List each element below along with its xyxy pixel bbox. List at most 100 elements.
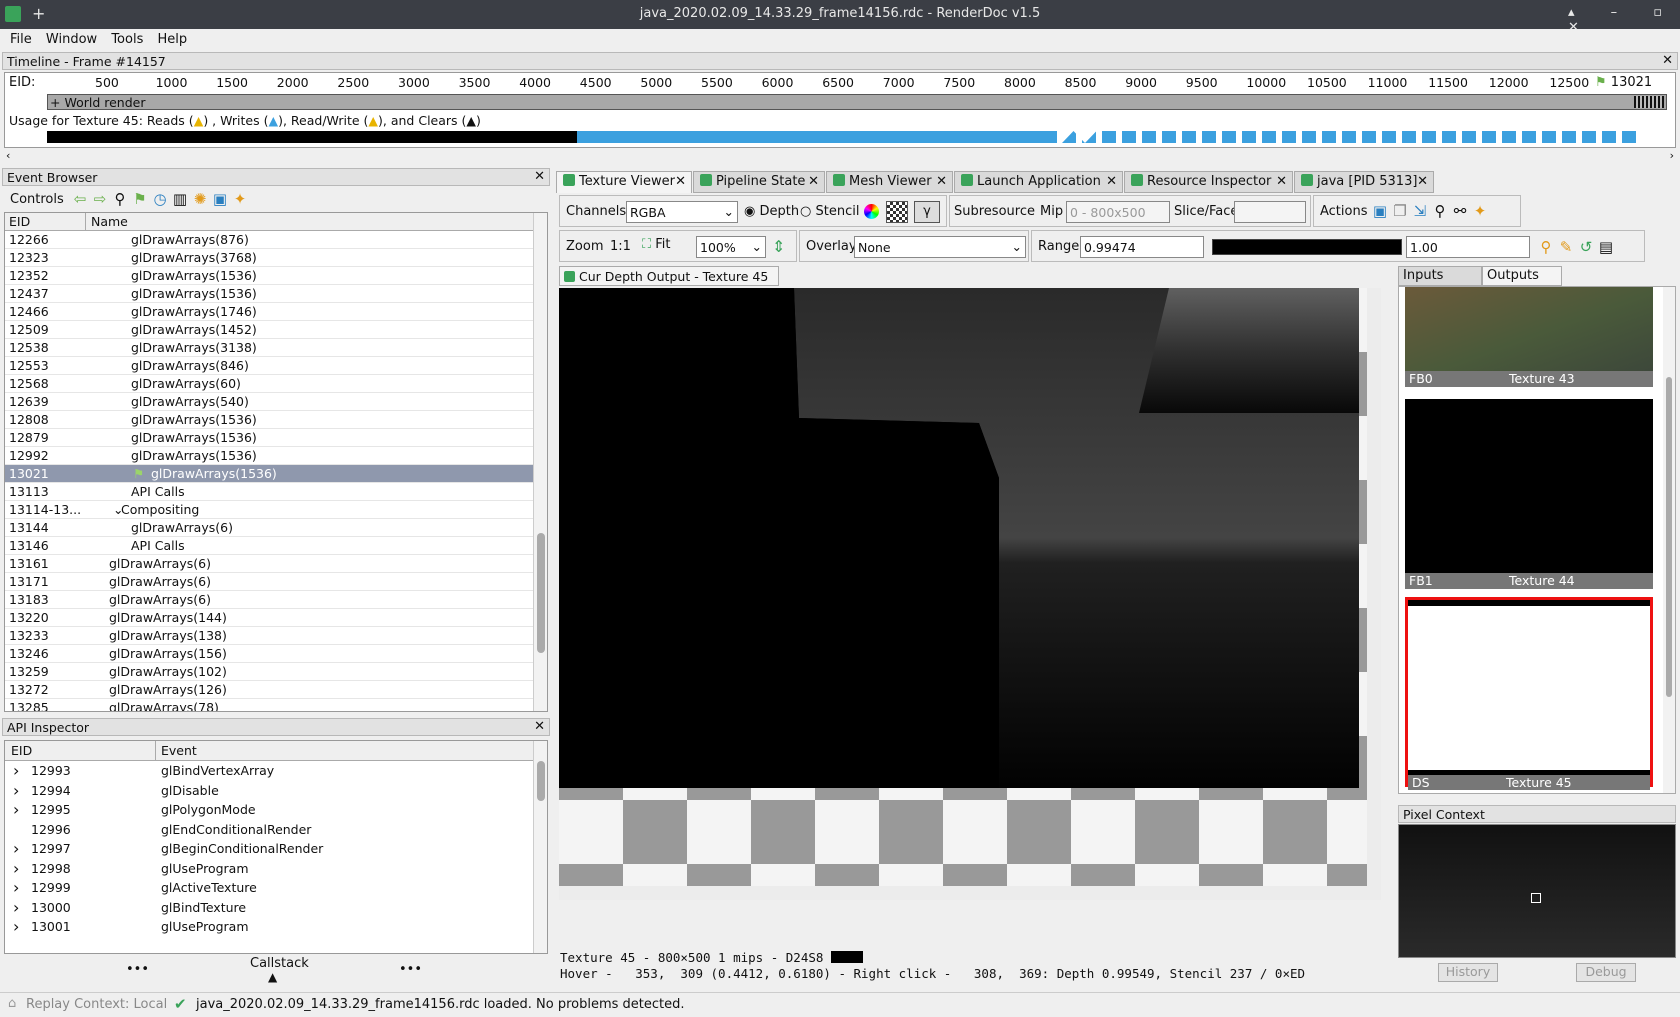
plugin-icon[interactable]: ✦	[230, 189, 250, 209]
tab-resource-inspector[interactable]: Resource Inspector ✕	[1124, 171, 1293, 193]
depth-radio[interactable]: ◉ Depth	[744, 204, 799, 219]
history-button[interactable]: History	[1438, 963, 1498, 982]
api-row[interactable]: › 12997 glBeginConditionalRender	[5, 839, 547, 859]
slice-face-select[interactable]	[1234, 201, 1306, 223]
expand-left-button[interactable]: •••	[126, 962, 149, 977]
stencil-radio[interactable]: ○ Stencil	[800, 204, 859, 219]
api-row[interactable]: › 12995 glPolygonMode	[5, 800, 547, 820]
event-row[interactable]: 13272 glDrawArrays(126)	[5, 681, 547, 699]
tab-mesh-viewer[interactable]: Mesh Viewer ✕	[826, 171, 953, 193]
event-row[interactable]: 13171 glDrawArrays(6)	[5, 573, 547, 591]
api-row[interactable]: › 12993 glBindVertexArray	[5, 761, 547, 781]
range-min-input[interactable]: 0.99474	[1080, 236, 1204, 258]
overlay-select[interactable]: None ⌄	[854, 236, 1026, 258]
event-row[interactable]: 12509 glDrawArrays(1452)	[5, 321, 547, 339]
close-icon[interactable]: ✕	[534, 169, 545, 184]
chevron-right-icon[interactable]: ›	[13, 839, 19, 859]
forward-arrow-icon[interactable]: ⇨	[90, 189, 110, 209]
api-row[interactable]: › 13001 glUseProgram	[5, 917, 547, 937]
reset-range-icon[interactable]: ↺	[1576, 237, 1596, 257]
expand-right-button[interactable]: •••	[399, 962, 422, 977]
debug-button[interactable]: Debug	[1576, 963, 1636, 982]
zoom-1to1-button[interactable]: 1:1	[610, 239, 631, 254]
find-icon[interactable]: ⚲	[1430, 201, 1450, 221]
range-histogram[interactable]	[1212, 239, 1402, 255]
event-row[interactable]: 13161 glDrawArrays(6)	[5, 555, 547, 573]
api-scrollbar[interactable]	[533, 741, 547, 953]
fit-button[interactable]: ⛶ Fit	[642, 237, 671, 252]
event-row[interactable]: 13114-13... ⌄ Compositing	[5, 501, 547, 519]
copy-icon[interactable]: ❐	[1390, 201, 1410, 221]
vertical-scrollbar[interactable]	[1367, 288, 1381, 900]
col-eid[interactable]: EID	[9, 213, 30, 231]
callstack-toggle[interactable]: Callstack	[250, 956, 309, 971]
tab-java-pid-5313[interactable]: java [PID 5313] ✕	[1294, 171, 1434, 193]
channels-select[interactable]: RGBA ⌄	[626, 201, 738, 223]
event-row[interactable]: 12808 glDrawArrays(1536)	[5, 411, 547, 429]
histogram-icon[interactable]: ▤	[1596, 237, 1616, 257]
close-icon[interactable]: ✕	[1276, 174, 1287, 189]
tab-outputs[interactable]: Outputs	[1482, 266, 1562, 286]
world-render-bar[interactable]: + World render	[47, 94, 1667, 110]
close-icon[interactable]: ✕	[936, 174, 947, 189]
timeline-scrollbar[interactable]: ‹ ›	[4, 149, 1676, 162]
event-row[interactable]: 13285 glDrawArrays(78)	[5, 699, 547, 711]
event-row[interactable]: 12639 glDrawArrays(540)	[5, 393, 547, 411]
menu-window[interactable]: Window	[46, 29, 97, 47]
link-icon[interactable]: ⚯	[1450, 201, 1470, 221]
event-row[interactable]: 13259 glDrawArrays(102)	[5, 663, 547, 681]
filter-icon[interactable]: ✺	[190, 189, 210, 209]
event-row[interactable]: 13146 API Calls	[5, 537, 547, 555]
menu-file[interactable]: File	[10, 29, 32, 47]
mip-select[interactable]: 0 - 800x500	[1066, 201, 1170, 223]
triangle-up-icon[interactable]: ▲	[268, 970, 277, 984]
replay-context-label[interactable]: Replay Context: Local	[26, 997, 167, 1012]
close-icon[interactable]: ✕	[1417, 174, 1428, 189]
timeline-ruler[interactable]: EID: 500 1000 1500 2000 2500 3000 3500 4000 4500…	[4, 72, 1676, 148]
tab-texture-viewer[interactable]: Texture Viewer ✕	[556, 171, 692, 193]
menu-tools[interactable]: Tools	[111, 29, 143, 47]
close-icon[interactable]: ✕	[675, 174, 686, 189]
bookmark-flag-icon[interactable]: ⚑	[130, 189, 150, 209]
event-row[interactable]: 12992 glDrawArrays(1536)	[5, 447, 547, 465]
tab-pipeline-state[interactable]: Pipeline State ✕	[693, 171, 825, 193]
chevron-right-icon[interactable]: ›	[13, 859, 19, 879]
thumb-fb0[interactable]: FB0 Texture 43	[1405, 287, 1653, 387]
event-row[interactable]: 13233 glDrawArrays(138)	[5, 627, 547, 645]
menu-help[interactable]: Help	[157, 29, 187, 47]
thumb-fb1[interactable]: FB1 Texture 44	[1405, 399, 1653, 589]
api-row[interactable]: › 12998 glUseProgram	[5, 859, 547, 879]
api-row[interactable]: › 13000 glBindTexture	[5, 898, 547, 918]
event-row[interactable]: 12437 glDrawArrays(1536)	[5, 285, 547, 303]
col-eid[interactable]: EID	[11, 742, 32, 760]
event-row[interactable]: 12538 glDrawArrays(3138)	[5, 339, 547, 357]
pixel-context-view[interactable]	[1398, 824, 1676, 958]
range-max-input[interactable]: 1.00	[1406, 236, 1530, 258]
close-icon[interactable]: ✕	[534, 719, 545, 734]
thumbnail-scrollbar[interactable]	[1663, 287, 1675, 793]
gamma-button[interactable]: γ	[914, 201, 940, 223]
tab-inputs[interactable]: Inputs	[1398, 266, 1482, 286]
find-binoculars-icon[interactable]: ⚲	[110, 189, 130, 209]
thumb-ds[interactable]: DS Texture 45	[1405, 597, 1653, 790]
back-arrow-icon[interactable]: ⇦	[70, 189, 90, 209]
event-row[interactable]: 13113 API Calls	[5, 483, 547, 501]
timer-icon[interactable]: ◷	[150, 189, 170, 209]
event-row[interactable]: 12553 glDrawArrays(846)	[5, 357, 547, 375]
event-row[interactable]: 13183 glDrawArrays(6)	[5, 591, 547, 609]
texture-canvas[interactable]	[559, 288, 1381, 900]
event-scrollbar[interactable]	[533, 213, 547, 711]
open-icon[interactable]: ⇲	[1410, 201, 1430, 221]
col-name[interactable]: Name	[91, 213, 128, 231]
api-row[interactable]: › 12999 glActiveTexture	[5, 878, 547, 898]
close-icon[interactable]: ✕	[1662, 53, 1673, 68]
chevron-right-icon[interactable]: ›	[13, 917, 19, 937]
col-event[interactable]: Event	[161, 742, 197, 760]
chevron-right-icon[interactable]: ›	[13, 878, 19, 898]
event-row[interactable]: 12323 glDrawArrays(3768)	[5, 249, 547, 267]
close-icon[interactable]: ✕	[808, 174, 819, 189]
checkerboard-icon[interactable]	[886, 201, 908, 223]
event-row[interactable]: 12466 glDrawArrays(1746)	[5, 303, 547, 321]
texture-subtab[interactable]: Cur Depth Output - Texture 45	[559, 266, 779, 286]
zoom-select[interactable]: 100% ⌄	[696, 236, 766, 258]
